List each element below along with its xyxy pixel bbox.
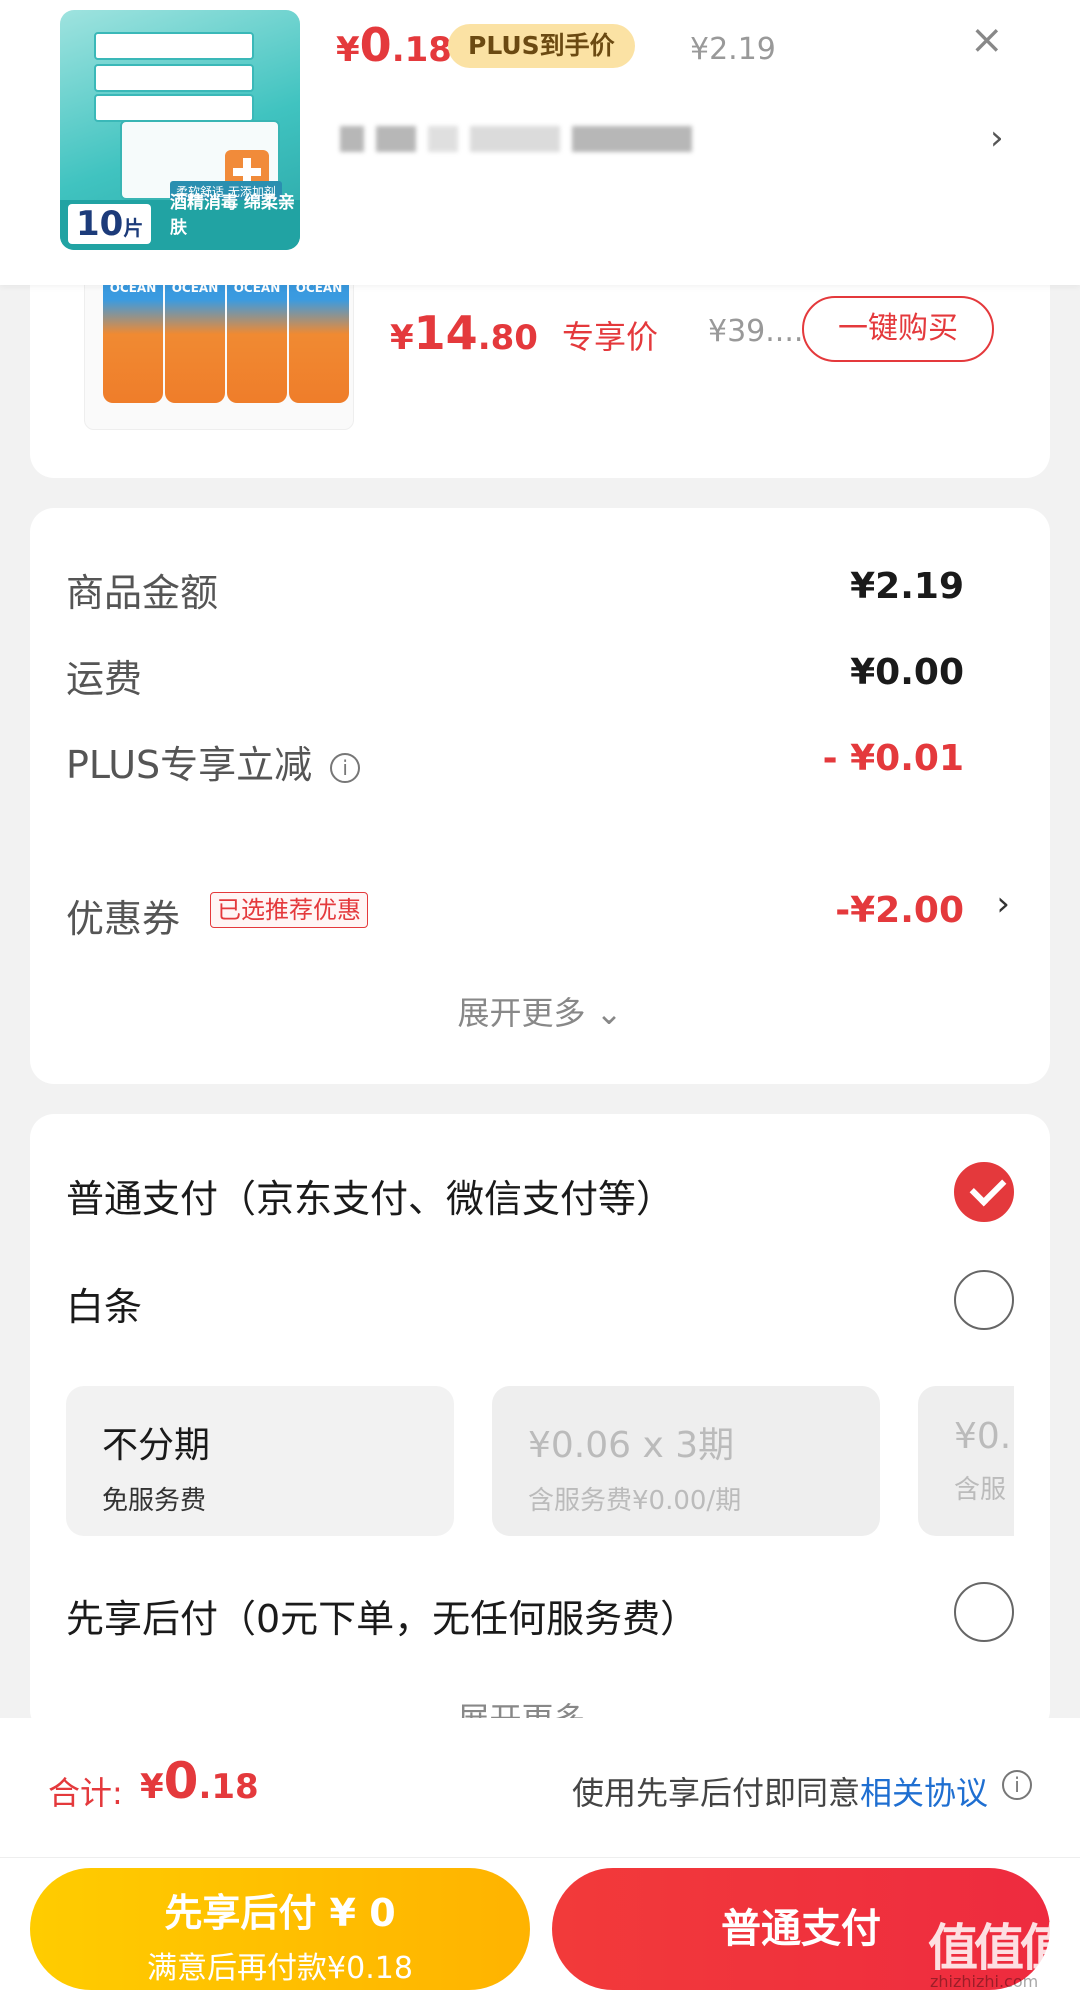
pay-option-normal-label[interactable]: 普通支付（京东支付、微信支付等） <box>66 1168 674 1223</box>
plus-discount-label: PLUS专享立减 <box>66 743 313 787</box>
product-thumbnail[interactable]: 柔软舒适 无添加剂 10片 酒精消毒 绵柔亲肤 <box>60 10 300 250</box>
close-icon[interactable]: × <box>970 16 1004 64</box>
total-bar: 合计: ¥0.18 使用先享后付即同意相关协议 i <box>0 1718 1080 1858</box>
shipping-value: ¥0.00 <box>850 652 964 693</box>
plus-price-badge: PLUS到手价 <box>448 24 635 68</box>
total-price: ¥0.18 <box>140 1752 259 1810</box>
plan-subtitle: 免服务费 <box>102 1486 207 1516</box>
goods-amount-value: ¥2.19 <box>850 566 964 607</box>
info-icon[interactable]: i <box>330 752 361 783</box>
plus-discount-row: PLUS专享立减 i <box>66 734 361 789</box>
plus-discount-value: - ¥0.01 <box>822 738 964 779</box>
coupon-value[interactable]: -¥2.00 <box>835 890 964 931</box>
plan-subtitle: 含服务费¥0.00/期 <box>528 1486 742 1516</box>
pay-option-later-label[interactable]: 先享后付（0元下单，无任何服务费） <box>66 1588 698 1643</box>
product-summary-header: 柔软舒适 无添加剂 10片 酒精消毒 绵柔亲肤 ¥0.18 PLUS到手价 ¥2… <box>0 0 1080 285</box>
recommend-original-price: ¥39.... <box>708 314 804 349</box>
pay-option-baitiao-radio[interactable] <box>954 1270 1014 1330</box>
pay-later-button-label: 先享后付 ¥ 0 <box>164 1891 396 1935</box>
agreement-text: 使用先享后付即同意相关协议 <box>571 1774 988 1812</box>
thumbnail-band-text: 酒精消毒 绵柔亲肤 <box>170 193 295 238</box>
shipping-label: 运费 <box>66 657 143 701</box>
chevron-right-icon[interactable]: › <box>996 884 1010 924</box>
pay-option-later-radio[interactable] <box>954 1582 1014 1642</box>
recommend-price-tag: 专享价 <box>562 318 659 356</box>
coupon-badge: 已选推荐优惠 <box>210 892 368 928</box>
plan-title: ¥0.06 x 3期 <box>528 1425 735 1466</box>
final-price: ¥0.18 <box>336 18 452 72</box>
agreement-link[interactable]: 相关协议 <box>860 1774 988 1812</box>
info-icon[interactable]: i <box>1002 1770 1032 1800</box>
thumbnail-count: 10片 <box>68 204 152 244</box>
bottom-action-bar: 先享后付 ¥ 0 满意后再付款¥0.18 普通支付 <box>0 1858 1080 1999</box>
total-label: 合计: <box>48 1774 123 1812</box>
watermark-site: zhizhizhi.com <box>930 1972 1039 1991</box>
pay-option-baitiao-label[interactable]: 白条 <box>66 1276 142 1331</box>
plan-title: ¥0. <box>954 1416 1012 1457</box>
installment-plan-6[interactable]: ¥0. 含服 <box>918 1386 1014 1536</box>
one-click-buy-button[interactable]: 一键购买 <box>802 296 994 362</box>
plan-title: 不分期 <box>102 1425 211 1466</box>
plan-subtitle: 含服 <box>954 1475 1007 1505</box>
installment-plans: 不分期 免服务费 ¥0.06 x 3期 含服务费¥0.00/期 ¥0. 含服 <box>66 1386 1014 1536</box>
expand-more-button[interactable]: 展开更多 ⌄ <box>30 988 1050 1034</box>
watermark-logo: 值值值 <box>928 1919 1070 1977</box>
installment-plan-none[interactable]: 不分期 免服务费 <box>66 1386 454 1536</box>
original-price: ¥2.19 <box>690 32 776 67</box>
chevron-right-icon[interactable]: › <box>990 118 1004 158</box>
recommend-price: ¥14.80 <box>390 306 538 360</box>
payment-card: 普通支付（京东支付、微信支付等） 白条 不分期 免服务费 ¥0.06 x 3期 … <box>30 1114 1050 1738</box>
pay-option-normal-radio[interactable] <box>954 1162 1014 1222</box>
pay-later-button-sub: 满意后再付款¥0.18 <box>147 1951 413 1986</box>
goods-amount-label: 商品金额 <box>66 571 219 615</box>
blurred-product-info <box>340 126 820 156</box>
amount-card: 商品金额 ¥2.19 运费 ¥0.00 PLUS专享立减 i - ¥0.01 优惠… <box>30 508 1050 1084</box>
coupon-label: 优惠券 <box>66 897 181 941</box>
installment-plan-3[interactable]: ¥0.06 x 3期 含服务费¥0.00/期 <box>492 1386 880 1536</box>
pay-later-button[interactable]: 先享后付 ¥ 0 满意后再付款¥0.18 <box>30 1868 530 1990</box>
